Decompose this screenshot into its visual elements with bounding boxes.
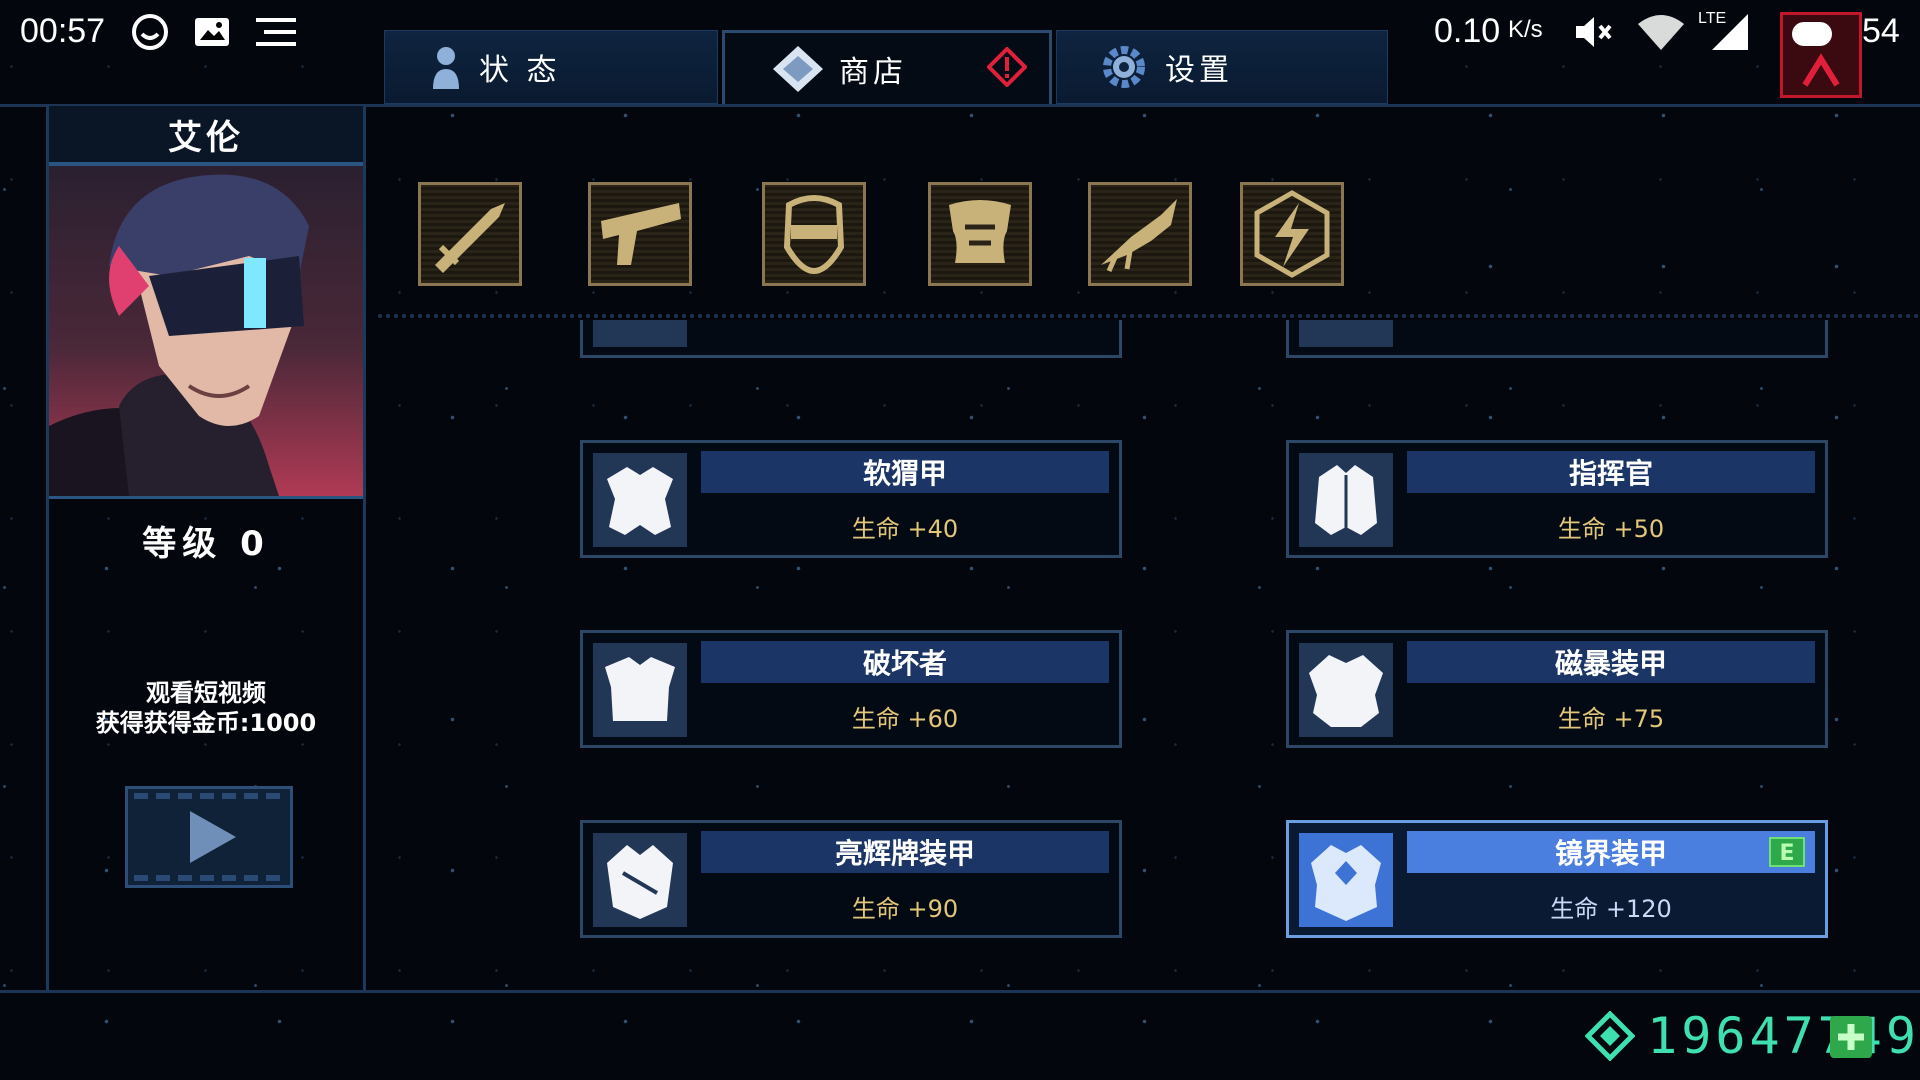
- person-icon: [431, 45, 461, 89]
- category-lightning[interactable]: [1240, 182, 1344, 286]
- battery-icon: [1788, 14, 1838, 54]
- sword-icon: [435, 203, 505, 273]
- shop-item-card[interactable]: 破坏者 生命 +60: [580, 630, 1122, 748]
- character-name: 艾伦: [168, 117, 244, 158]
- video-reward-line2: 获得获得金币:1000: [95, 709, 317, 737]
- item-stat: 生命 +75: [1557, 705, 1665, 733]
- helmet-icon: [783, 195, 845, 275]
- plus-icon: [1838, 1024, 1864, 1050]
- character-name-bar: 艾伦: [49, 106, 363, 166]
- character-level: 等级 0: [142, 524, 270, 564]
- category-gun[interactable]: [588, 182, 692, 286]
- category-sword[interactable]: [418, 182, 522, 286]
- armor-thumbnail-icon: [593, 643, 687, 737]
- item-name: 软猬甲: [862, 457, 947, 490]
- shop-item-card[interactable]: 亮辉牌装甲 生命 +90: [580, 820, 1122, 938]
- armor-icon: [949, 200, 1011, 263]
- item-stat: 生命 +50: [1557, 515, 1665, 543]
- item-stat: 生命 +40: [851, 515, 959, 543]
- shop-item-card-partial[interactable]: [580, 320, 1122, 358]
- armor-thumbnail-icon: [593, 453, 687, 547]
- equipped-badge: E: [1769, 837, 1805, 867]
- item-name: 镜界装甲: [1554, 837, 1667, 870]
- tab-shop-label: 商店: [839, 54, 907, 90]
- clock: 00:57: [20, 12, 106, 50]
- alert-icon: [986, 46, 1028, 88]
- tab-shop[interactable]: 商店: [722, 30, 1052, 104]
- battery-level: 54: [1862, 12, 1900, 50]
- item-name: 破坏者: [862, 647, 947, 680]
- play-icon: [190, 811, 236, 863]
- armor-thumbnail-icon: [1299, 833, 1393, 927]
- armor-thumbnail-icon: [1299, 320, 1393, 347]
- cell-signal-icon: [1708, 12, 1752, 52]
- item-stat: 生命 +60: [851, 705, 959, 733]
- currency-display: 19647749: [1584, 1006, 1920, 1066]
- mute-icon: [1572, 12, 1612, 52]
- category-divider: [378, 314, 1920, 318]
- armor-thumbnail-icon: [593, 833, 687, 927]
- video-reward-text: 观看短视频 获得获得金币:1000: [49, 678, 363, 738]
- shop-item-card[interactable]: 磁暴装甲 生命 +75: [1286, 630, 1828, 748]
- gem-currency-icon: [1584, 1010, 1636, 1062]
- tab-status[interactable]: 状 态: [384, 30, 718, 104]
- diamond-icon: [771, 44, 823, 94]
- lightning-icon: [1254, 190, 1330, 278]
- tab-status-label: 状 态: [479, 53, 561, 88]
- armor-thumbnail-icon: [593, 320, 687, 347]
- footer-divider: [0, 990, 1920, 993]
- armor-thumbnail-icon: [1299, 643, 1393, 737]
- category-claw[interactable]: [1088, 182, 1192, 286]
- item-name: 亮辉牌装甲: [834, 837, 975, 870]
- shop-item-card[interactable]: 软猬甲 生命 +40: [580, 440, 1122, 558]
- category-armor[interactable]: [928, 182, 1032, 286]
- watch-video-button[interactable]: [125, 786, 293, 888]
- tab-settings-label: 设置: [1165, 53, 1233, 88]
- shop-item-card-partial[interactable]: [1286, 320, 1828, 358]
- armor-thumbnail-icon: [1299, 453, 1393, 547]
- shop-item-list[interactable]: 软猬甲 生命 +40 指挥官 生命 +50 破坏者 生命 +60 磁暴装甲 生命…: [376, 320, 1920, 988]
- smiley-notification-icon: [130, 12, 170, 52]
- gear-icon: [1099, 42, 1149, 92]
- category-helmet[interactable]: [762, 182, 866, 286]
- tab-settings[interactable]: 设置: [1056, 30, 1388, 104]
- claw-icon: [1101, 199, 1177, 273]
- shop-item-card[interactable]: 指挥官 生命 +50: [1286, 440, 1828, 558]
- network-speed-unit: K/s: [1508, 16, 1543, 43]
- gun-icon: [601, 203, 681, 265]
- character-portrait: [49, 166, 363, 499]
- currency-amount: 19647749: [1647, 1007, 1920, 1065]
- item-name: 指挥官: [1568, 457, 1653, 490]
- image-notification-icon: [192, 12, 232, 52]
- shop-item-card-selected[interactable]: 镜界装甲 E 生命 +120: [1286, 820, 1828, 938]
- add-currency-button[interactable]: [1830, 1016, 1872, 1058]
- wifi-icon: [1636, 12, 1686, 52]
- video-reward-line1: 观看短视频: [146, 679, 266, 707]
- character-panel: 艾伦 等级 0 观看短视频 获得获得金币:1000: [46, 106, 366, 990]
- menu-notification-icon: [254, 12, 296, 52]
- network-speed-value: 0.10: [1434, 12, 1501, 50]
- item-stat: 生命 +120: [1550, 895, 1672, 923]
- item-name: 磁暴装甲: [1554, 647, 1667, 680]
- item-stat: 生命 +90: [851, 895, 959, 923]
